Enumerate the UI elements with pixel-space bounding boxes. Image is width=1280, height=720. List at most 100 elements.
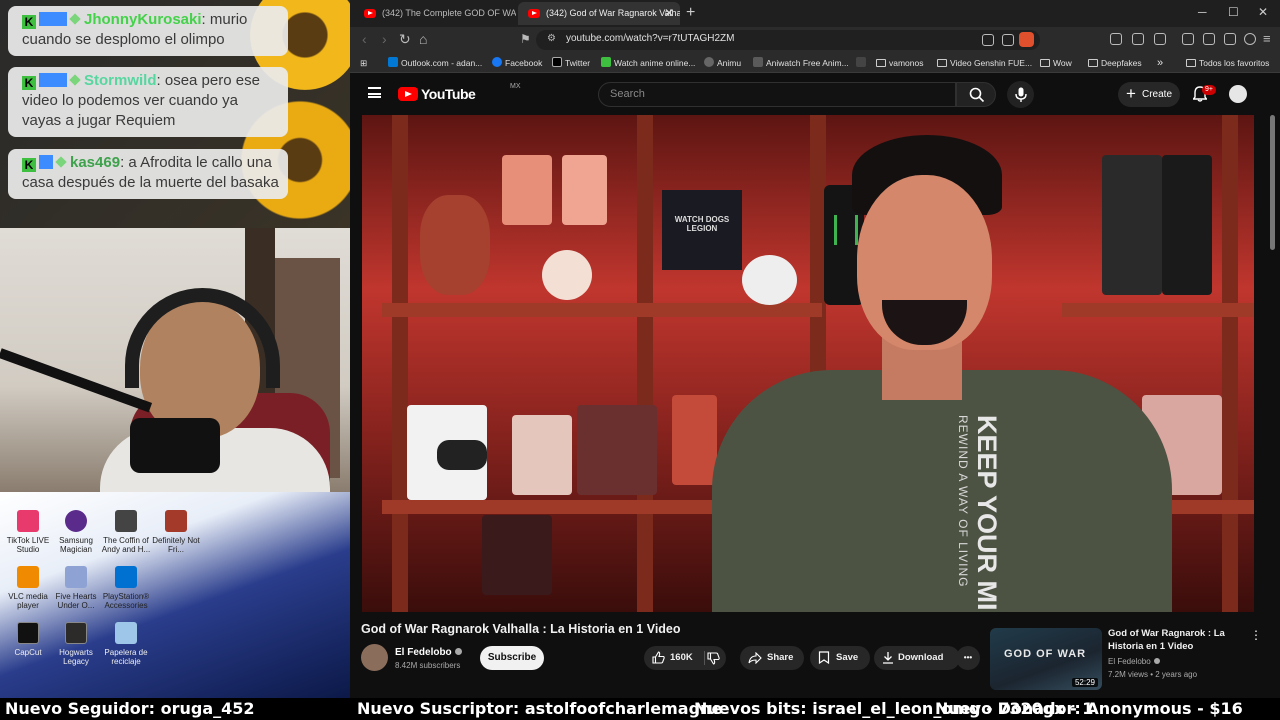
aniwatch-icon: [753, 57, 763, 67]
game-icon: [165, 510, 187, 532]
desktop-icon[interactable]: Samsung Magician: [48, 510, 104, 554]
chat-username: kas469: [70, 154, 121, 171]
voice-search-button[interactable]: [1007, 81, 1034, 108]
thumbs-down-icon[interactable]: [707, 652, 720, 665]
url-input[interactable]: ⚙ youtube.com/watch?v=r7tUTAGH2ZM: [536, 30, 1040, 50]
leo-icon[interactable]: [1224, 33, 1236, 45]
forward-icon[interactable]: ›: [382, 31, 387, 47]
presenter-body: [712, 370, 1172, 612]
brave-shield-icon[interactable]: [1019, 32, 1034, 47]
save-icon: [818, 651, 830, 664]
bookmark-item[interactable]: Animu: [704, 56, 741, 70]
bookmark-item[interactable]: Outlook.com - adan...: [388, 56, 482, 70]
like-button[interactable]: 160K: [644, 646, 726, 670]
desktop-icon[interactable]: Five Hearts Under O...: [48, 566, 104, 610]
link-icon: [856, 57, 866, 67]
tab-god-of-war-timeline[interactable]: (342) The Complete GOD OF WAR Tim: [354, 2, 516, 25]
diamond-icon: [55, 156, 67, 168]
video-frame: WATCH DOGS LEGION REWIND A WAY OF LIVING…: [362, 115, 1254, 612]
reload-icon[interactable]: ↻: [399, 31, 411, 48]
close-window-button[interactable]: ✕: [1258, 5, 1268, 19]
recommended-thumbnail[interactable]: GOD OF WAR 52:29: [990, 628, 1102, 690]
maximize-button[interactable]: ☐: [1228, 5, 1239, 19]
shield-icon[interactable]: [1244, 33, 1256, 45]
bookmark-icon[interactable]: ⚑: [520, 32, 531, 46]
account-avatar[interactable]: [1229, 85, 1247, 103]
bookmark-folder[interactable]: vamonos: [876, 56, 924, 70]
badge-icon: K: [22, 158, 36, 172]
bookmark-item[interactable]: Watch anime online...: [601, 56, 695, 70]
sidebar-icon[interactable]: [1110, 33, 1122, 45]
share-icon: [748, 652, 762, 664]
cast-icon[interactable]: [982, 34, 994, 46]
video-duration: 52:29: [1071, 678, 1098, 687]
folder-icon: [876, 59, 886, 67]
bookmark-folder[interactable]: Wow: [1040, 56, 1072, 70]
bookmark-item[interactable]: Twitter: [552, 56, 590, 70]
bookmark-item[interactable]: Aniwatch Free Anim...: [753, 56, 849, 70]
chat-message: K JhonnyKurosaki: murio cuando se desplom…: [8, 6, 288, 56]
bookmark-item[interactable]: [856, 56, 869, 70]
diamond-icon: [69, 13, 81, 25]
recommended-title[interactable]: God of War Ragnarok : La Historia en 1 V…: [1108, 627, 1238, 653]
new-donor-alert: Nuevo Donador: Anonymous - $16: [935, 699, 1243, 718]
bookmark-folder[interactable]: Video Genshin FUE...: [937, 56, 1032, 70]
like-count: 160K: [670, 652, 693, 663]
menu-icon[interactable]: ≡: [1263, 31, 1271, 46]
back-icon[interactable]: ‹: [362, 31, 367, 47]
bookmark-item[interactable]: Facebook: [492, 56, 542, 70]
sub-badge-icon: [39, 73, 67, 87]
stream-chat: K JhonnyKurosaki: murio cuando se desplom…: [0, 0, 356, 228]
search-input[interactable]: Search: [598, 82, 956, 107]
site-info-icon[interactable]: ⚙: [547, 33, 556, 44]
country-code: MX: [510, 83, 521, 90]
new-tab-button[interactable]: +: [686, 3, 695, 23]
subscribe-button[interactable]: Subscribe: [480, 646, 544, 670]
desktop-icon[interactable]: PlayStation® Accessories: [98, 566, 154, 610]
wallet-icon[interactable]: [1154, 33, 1166, 45]
video-player[interactable]: WATCH DOGS LEGION REWIND A WAY OF LIVING…: [362, 115, 1254, 612]
hamburger-menu-icon[interactable]: [368, 87, 381, 98]
share-icon[interactable]: [1002, 34, 1014, 46]
sub-badge-icon: [39, 155, 53, 169]
vpn-icon[interactable]: [1203, 33, 1215, 45]
bookmark-folder[interactable]: Deepfakes: [1088, 56, 1142, 70]
desktop-icon[interactable]: Hogwarts Legacy: [48, 622, 104, 666]
facebook-icon: [492, 57, 502, 67]
recommended-channel[interactable]: El Fedelobo: [1108, 657, 1160, 666]
x-icon: [552, 57, 562, 67]
minimize-button[interactable]: ─: [1198, 5, 1207, 19]
kebab-menu-icon[interactable]: ⋮: [1250, 628, 1262, 642]
all-favorites-folder[interactable]: Todos los favoritos: [1186, 56, 1269, 70]
apps-icon[interactable]: ⊞: [360, 56, 367, 70]
channel-name[interactable]: El Fedelobo: [395, 647, 462, 658]
channel-avatar[interactable]: [361, 644, 388, 671]
bookmarks-bar: ⊞ Outlook.com - adan... Facebook Twitter…: [350, 53, 1280, 73]
download-button[interactable]: Download: [874, 646, 960, 670]
thumbs-up-icon: [652, 651, 665, 664]
address-bar: ‹ › ↻ ⌂ ⚑ ⚙ youtube.com/watch?v=r7tUTAGH…: [350, 27, 1280, 53]
desktop-icon[interactable]: Definitely Not Fri...: [148, 510, 204, 554]
more-bookmarks-icon[interactable]: »: [1157, 56, 1163, 70]
music-icon[interactable]: [1182, 33, 1194, 45]
download-icon: [883, 652, 893, 664]
more-actions-button[interactable]: •••: [956, 646, 980, 670]
new-subscriber-alert: Nuevo Suscriptor: astolfoofcharlemagne: [357, 699, 723, 718]
desktop-icon[interactable]: Papelera de reciclaje: [98, 622, 154, 666]
desktop-icon[interactable]: The Coffin of Andy and H...: [98, 510, 154, 554]
tab-god-of-war-valhalla[interactable]: (342) God of War Ragnarok Valha ✕: [518, 2, 680, 25]
search-button[interactable]: [956, 82, 996, 107]
create-button[interactable]: Create: [1118, 81, 1180, 107]
badge-icon: K: [22, 76, 36, 90]
share-button[interactable]: Share: [740, 646, 804, 670]
youtube-icon: [528, 9, 540, 18]
extensions-icon[interactable]: [1132, 33, 1144, 45]
scrollbar[interactable]: [1270, 115, 1275, 250]
save-button[interactable]: Save: [810, 646, 870, 670]
close-tab-icon[interactable]: ✕: [664, 2, 674, 25]
stream-overlay-panel: K JhonnyKurosaki: murio cuando se desplom…: [0, 0, 356, 698]
playstation-icon: [115, 566, 137, 588]
verified-icon: [1153, 658, 1160, 664]
home-icon[interactable]: ⌂: [419, 31, 427, 47]
tiktok-icon: [17, 510, 39, 532]
